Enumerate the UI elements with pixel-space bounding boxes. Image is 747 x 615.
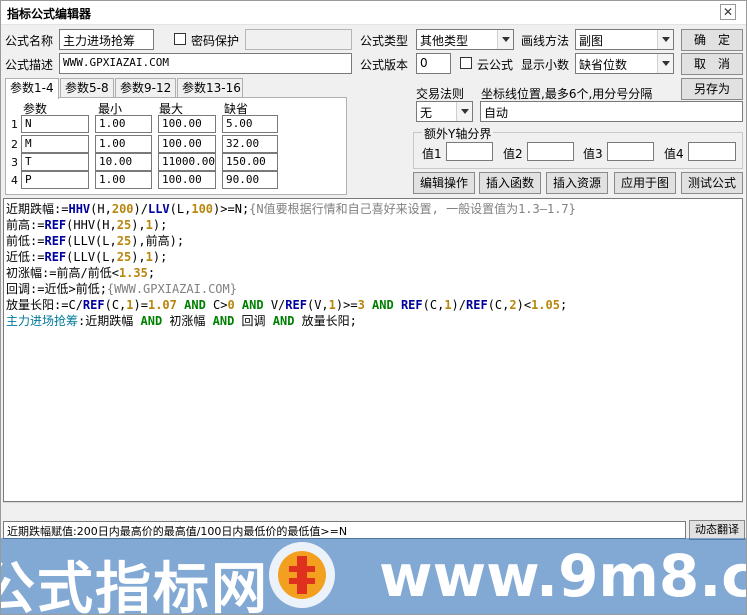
save-as-button[interactable]: 另存为 xyxy=(681,78,743,100)
formula-desc-input[interactable]: WWW.GPXIAZAI.COM xyxy=(59,53,352,74)
code-line: 近期跌幅:=HHV(H,200)/LLV(L,100)>=N;{N值要根据行情和… xyxy=(6,202,576,216)
param-row-number: 2 xyxy=(11,138,18,151)
trade-rule-label: 交易法则 xyxy=(416,87,465,101)
param-min-cell[interactable]: 10.00 xyxy=(95,153,152,171)
param-default-cell[interactable]: 150.00 xyxy=(222,153,278,171)
formula-type-value: 其他类型 xyxy=(420,34,469,48)
formula-type-select[interactable]: 其他类型 xyxy=(416,29,514,50)
draw-method-select[interactable]: 副图 xyxy=(575,29,674,50)
code-line: 近低:=REF(LLV(L,25),1); xyxy=(6,250,168,264)
formula-name-label: 公式名称 xyxy=(5,34,54,48)
chevron-down-icon xyxy=(657,54,673,73)
param-default-cell[interactable]: 32.00 xyxy=(222,135,278,153)
watermark-left-text: 公式指标网 xyxy=(1,557,269,615)
draw-method-value: 副图 xyxy=(579,34,604,48)
formula-type-label: 公式类型 xyxy=(360,34,409,48)
decimals-value: 缺省位数 xyxy=(579,58,628,72)
tab-params-5-8[interactable]: 参数5-8 xyxy=(60,78,114,98)
formula-version-input[interactable]: 0 xyxy=(416,53,451,74)
trade-rule-value: 无 xyxy=(420,106,433,120)
tab-params-13-16[interactable]: 参数13-16 xyxy=(177,78,243,98)
watermark-right-text: www.9m8.cn xyxy=(379,542,746,610)
watermark-logo-icon xyxy=(269,542,335,608)
code-line: 主力进场抢筹:近期跌幅 AND 初涨幅 AND 回调 AND 放量长阳; xyxy=(6,314,357,328)
status-bar: 近期跌幅赋值:200日内最高价的最高值/100日内最低价的最低值>=N xyxy=(3,521,686,539)
param-row-number: 4 xyxy=(11,174,18,187)
param-min-cell[interactable]: 1.00 xyxy=(95,135,152,153)
chevron-down-icon xyxy=(456,102,472,121)
param-default-cell[interactable]: 5.00 xyxy=(222,115,278,133)
param-max-cell[interactable]: 100.00 xyxy=(158,135,216,153)
dynamic-translate-button[interactable]: 动态翻译 xyxy=(689,520,745,540)
formula-version-label: 公式版本 xyxy=(360,58,409,72)
decimals-label: 显示小数 xyxy=(521,58,570,72)
watermark-banner: 公式指标网 www.9m8.cn xyxy=(1,538,746,615)
cancel-button[interactable]: 取 消 xyxy=(681,53,743,75)
trade-rule-select[interactable]: 无 xyxy=(416,101,473,122)
password-label: 密码保护 xyxy=(191,34,240,48)
param-min-cell[interactable]: 1.00 xyxy=(95,171,152,189)
formula-editor-window: 指标公式编辑器 ✕ 公式名称 主力进场抢筹 密码保护 公式类型 其他类型 画线方… xyxy=(0,0,747,615)
param-min-cell[interactable]: 1.00 xyxy=(95,115,152,133)
y-value-3-input[interactable] xyxy=(607,142,654,161)
coord-line-label: 坐标线位置,最多6个,用分号分隔 xyxy=(481,87,653,101)
code-line: 初涨幅:=前高/前低<1.35; xyxy=(6,266,156,280)
param-max-cell[interactable]: 11000.00 xyxy=(158,153,216,171)
code-line: 前低:=REF(LLV(L,25),前高); xyxy=(6,234,185,248)
params-panel: 参数 最小 最大 缺省 1 N 1.00 100.00 5.00 2 M 1.0… xyxy=(5,97,347,195)
code-editor[interactable]: 近期跌幅:=HHV(H,200)/LLV(L,100)>=N;{N值要根据行情和… xyxy=(3,198,743,502)
param-name-cell[interactable]: N xyxy=(21,115,89,133)
edit-ops-button[interactable]: 编辑操作 xyxy=(413,172,475,194)
test-formula-button[interactable]: 测试公式 xyxy=(681,172,743,194)
param-name-cell[interactable]: P xyxy=(21,171,89,189)
param-row-number: 3 xyxy=(11,156,18,169)
y-value-4-input[interactable] xyxy=(688,142,736,161)
insert-resource-button[interactable]: 插入资源 xyxy=(546,172,608,194)
extra-y-axis-group: 额外Y轴分界 值1 值2 值3 值4 xyxy=(413,125,743,169)
cloud-formula-label: 云公式 xyxy=(477,58,514,72)
formula-name-input[interactable]: 主力进场抢筹 xyxy=(59,29,154,50)
param-row-number: 1 xyxy=(11,118,18,131)
title-bar: 指标公式编辑器 ✕ xyxy=(1,1,746,25)
ok-button[interactable]: 确 定 xyxy=(681,29,743,51)
code-line: 回调:=近低>前低;{WWW.GPXIAZAI.COM} xyxy=(6,282,237,296)
code-line: 前高:=REF(HHV(H,25),1); xyxy=(6,218,168,232)
editor-horizontal-scrollbar[interactable] xyxy=(3,502,743,519)
password-input[interactable] xyxy=(245,29,352,50)
password-checkbox[interactable] xyxy=(174,33,186,45)
y-value-1-label: 值1 xyxy=(422,147,442,161)
chevron-down-icon xyxy=(497,30,513,49)
coord-line-input[interactable]: 自动 xyxy=(480,101,743,122)
tab-params-9-12[interactable]: 参数9-12 xyxy=(115,78,176,98)
extra-y-axis-title: 额外Y轴分界 xyxy=(422,125,494,142)
y-value-3-label: 值3 xyxy=(583,147,603,161)
insert-function-button[interactable]: 插入函数 xyxy=(479,172,541,194)
close-icon[interactable]: ✕ xyxy=(720,4,736,20)
y-value-4-label: 值4 xyxy=(664,147,684,161)
y-value-2-input[interactable] xyxy=(527,142,574,161)
decimals-select[interactable]: 缺省位数 xyxy=(575,53,674,74)
y-value-2-label: 值2 xyxy=(503,147,523,161)
apply-to-chart-button[interactable]: 应用于图 xyxy=(614,172,676,194)
window-title: 指标公式编辑器 xyxy=(7,7,92,21)
draw-method-label: 画线方法 xyxy=(521,34,570,48)
cloud-formula-checkbox[interactable] xyxy=(460,57,472,69)
param-default-cell[interactable]: 90.00 xyxy=(222,171,278,189)
param-name-cell[interactable]: M xyxy=(21,135,89,153)
code-line: 放量长阳:=C/REF(C,1)=1.07 AND C>0 AND V/REF(… xyxy=(6,298,568,312)
param-max-cell[interactable]: 100.00 xyxy=(158,115,216,133)
param-max-cell[interactable]: 100.00 xyxy=(158,171,216,189)
param-name-cell[interactable]: T xyxy=(21,153,89,171)
formula-desc-label: 公式描述 xyxy=(5,58,54,72)
y-value-1-input[interactable] xyxy=(446,142,493,161)
tab-params-1-4[interactable]: 参数1-4 xyxy=(5,78,59,99)
chevron-down-icon xyxy=(657,30,673,49)
